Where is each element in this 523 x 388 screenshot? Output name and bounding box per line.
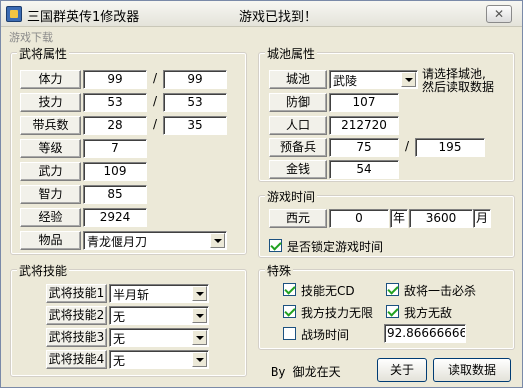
city-label: 城池 — [269, 70, 327, 89]
skill-no-cd-check-box[interactable] — [283, 283, 296, 296]
year-input[interactable]: 0 — [329, 209, 389, 228]
one-hit-kill-check-box[interactable] — [386, 283, 399, 296]
skill-slot-1-value: 半月斩 — [113, 288, 150, 302]
menu-item-game-download[interactable]: 游戏下载 — [9, 29, 53, 45]
money-input[interactable]: 54 — [329, 160, 399, 179]
chevron-down-icon[interactable] — [192, 352, 207, 367]
population-input[interactable]: 212720 — [329, 116, 399, 135]
city-hint-line-1: 请选择城池, — [422, 67, 486, 81]
skill-slot-3-select[interactable]: 无 — [109, 328, 209, 347]
skill-slot-4-label: 武将技能4 — [46, 350, 107, 369]
skill-slot-2-select[interactable]: 无 — [109, 306, 209, 325]
stamina-label: 体力 — [20, 70, 81, 89]
experience-label: 经验 — [20, 208, 81, 227]
month-input[interactable]: 3600 — [409, 209, 473, 228]
read-data-button[interactable]: 读取数据 — [433, 358, 511, 382]
main-window: 三国群英传1修改器 游戏已找到！ ✕ 游戏下载 武将属性 体力 99 / 99 … — [0, 0, 523, 388]
experience-input[interactable]: 2924 — [83, 208, 147, 227]
skill-slot-2-label: 武将技能2 — [46, 306, 107, 325]
skill-no-cd-label: 技能无CD — [301, 284, 355, 298]
app-icon — [6, 6, 22, 22]
troops-current-input[interactable]: 28 — [83, 116, 147, 135]
level-input[interactable]: 7 — [83, 139, 147, 158]
skill-no-cd-checkbox[interactable]: 技能无CD — [283, 282, 383, 298]
about-button[interactable]: 关于 — [377, 358, 427, 382]
lock-time-label: 是否锁定游戏时间 — [287, 240, 384, 254]
defense-input[interactable]: 107 — [329, 93, 399, 112]
city-attributes-title: 城池属性 — [265, 45, 318, 62]
game-time-title: 游戏时间 — [265, 188, 318, 205]
close-button[interactable]: ✕ — [486, 5, 512, 23]
battle-time-checkbox[interactable]: 战场时间 — [283, 326, 378, 342]
skill-slot-2-value: 无 — [113, 310, 126, 324]
stamina-separator: / — [152, 71, 158, 85]
invincible-checkbox[interactable]: 我方无敌 — [386, 304, 486, 320]
force-input[interactable]: 109 — [83, 162, 147, 181]
population-label: 人口 — [269, 116, 327, 135]
skill-points-max-input[interactable]: 53 — [163, 93, 227, 112]
skill-slot-1-label: 武将技能1 — [46, 284, 107, 303]
reserve-troops-max-input[interactable]: 195 — [415, 138, 485, 157]
invincible-check-box[interactable] — [386, 305, 399, 318]
author-credit: By 御龙在天 — [271, 365, 341, 379]
skill-slot-3-value: 无 — [113, 332, 126, 346]
skill-slot-3-label: 武将技能3 — [46, 328, 107, 347]
month-unit-label: 月 — [473, 209, 491, 228]
game-status-text: 游戏已找到！ — [239, 10, 318, 25]
skill-points-current-input[interactable]: 53 — [83, 93, 147, 112]
window-title: 三国群英传1修改器 — [27, 10, 140, 25]
menu-bar: 游戏下载 — [1, 28, 522, 44]
reserve-troops-separator: / — [404, 139, 410, 153]
item-select-value: 青龙偃月刀 — [87, 235, 148, 249]
battle-time-input[interactable]: 92.8666666666 — [384, 324, 466, 343]
lock-time-checkbox[interactable]: 是否锁定游戏时间 — [269, 238, 419, 254]
item-select[interactable]: 青龙偃月刀 — [83, 231, 227, 250]
defense-label: 防御 — [269, 93, 327, 112]
stamina-current-input[interactable]: 99 — [83, 70, 147, 89]
chevron-down-icon[interactable] — [401, 72, 416, 87]
money-label: 金钱 — [269, 160, 327, 179]
battle-time-check-box[interactable] — [283, 327, 296, 340]
one-hit-kill-checkbox[interactable]: 敌将一击必杀 — [386, 282, 506, 298]
invincible-label: 我方无敌 — [404, 306, 453, 320]
troops-label: 带兵数 — [20, 116, 81, 135]
infinite-skill-check-box[interactable] — [283, 305, 296, 318]
one-hit-kill-label: 敌将一击必杀 — [404, 284, 477, 298]
chevron-down-icon[interactable] — [210, 233, 225, 248]
year-unit-label: 年 — [390, 209, 408, 228]
skill-slot-1-select[interactable]: 半月斩 — [109, 284, 209, 303]
infinite-skill-checkbox[interactable]: 我方技力无限 — [283, 304, 383, 320]
general-skills-title: 武将技能 — [17, 262, 70, 279]
intelligence-input[interactable]: 85 — [83, 185, 147, 204]
skill-slot-4-value: 无 — [113, 354, 126, 368]
skill-points-label: 技力 — [20, 93, 81, 112]
battle-time-label: 战场时间 — [301, 328, 350, 342]
skill-points-separator: / — [152, 94, 158, 108]
item-label: 物品 — [20, 231, 81, 250]
city-hint-line-2: 然后读取数据 — [422, 80, 495, 94]
era-label: 西元 — [269, 209, 327, 228]
level-label: 等级 — [20, 139, 81, 158]
general-attributes-title: 武将属性 — [17, 45, 70, 62]
troops-max-input[interactable]: 35 — [163, 116, 227, 135]
intelligence-label: 智力 — [20, 185, 81, 204]
troops-separator: / — [152, 117, 158, 131]
lock-time-check-box[interactable] — [269, 239, 282, 252]
skill-slot-4-select[interactable]: 无 — [109, 350, 209, 369]
stamina-max-input[interactable]: 99 — [163, 70, 227, 89]
city-select[interactable]: 武陵 — [329, 70, 418, 89]
city-select-value: 武陵 — [333, 74, 358, 88]
close-icon: ✕ — [493, 7, 505, 21]
chevron-down-icon[interactable] — [192, 286, 207, 301]
chevron-down-icon[interactable] — [192, 330, 207, 345]
reserve-troops-current-input[interactable]: 75 — [329, 138, 399, 157]
chevron-down-icon[interactable] — [192, 308, 207, 323]
reserve-troops-label: 预备兵 — [269, 138, 327, 157]
infinite-skill-label: 我方技力无限 — [301, 306, 374, 320]
special-title: 特殊 — [265, 262, 294, 279]
title-bar: 三国群英传1修改器 游戏已找到！ ✕ — [1, 1, 522, 27]
force-label: 武力 — [20, 162, 81, 181]
